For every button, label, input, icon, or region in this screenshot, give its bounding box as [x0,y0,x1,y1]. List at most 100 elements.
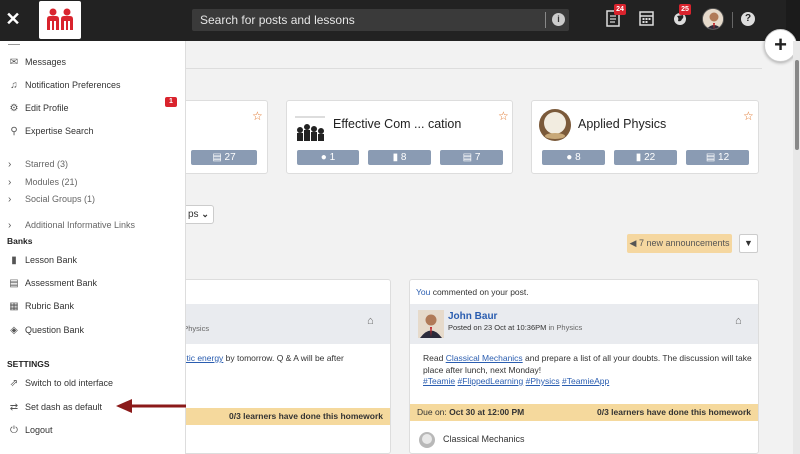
groups-dropdown-button[interactable]: ps ⌄ [186,205,214,224]
due-value: Oct 30 at 12:00 PM [449,407,525,417]
sidebar-item-notification-preferences[interactable]: ♫ Notification Preferences [8,77,121,93]
lessons-icon: ▤ [212,152,222,163]
sidebar-item-label: Switch to old interface [25,378,114,388]
sidebar-item-label: Rubric Bank [25,301,75,311]
notifications-badge: 24 [614,4,626,15]
homework-status-text: 0/3 learners have done this homework [596,407,751,417]
search-divider [545,12,546,28]
scrollbar-thumb[interactable] [795,60,799,150]
avatar[interactable] [702,8,724,30]
banks-heading: Banks [7,236,33,246]
comment-icon: ● [566,152,573,163]
calendar-icon[interactable] [639,10,657,28]
author-avatar[interactable] [418,310,444,338]
author-name[interactable]: John Baur [448,311,497,322]
lessons-stat[interactable]: ▤ 12 [686,150,749,165]
info-icon[interactable]: i [552,13,565,26]
sidebar-item-social-groups[interactable]: › Social Groups (1) [8,191,95,207]
announcements-button[interactable]: ◀ 7 new announcements [627,234,732,253]
sidebar-item-modules[interactable]: › Modules (21) [8,174,78,190]
search-input[interactable]: Search for posts and lessons [200,13,355,27]
sidebar-cut-item [8,41,20,45]
help-icon[interactable]: ? [741,12,755,26]
course-title[interactable]: Effective Com ... cation [333,117,461,131]
post-header: n Physics ⌂ [151,304,390,344]
post-activity: You commented on your post. [416,287,529,297]
star-icon[interactable]: ☆ [252,109,263,123]
sidebar-item-lesson-bank[interactable]: ▮ Lesson Bank [8,252,77,268]
lessons-stat[interactable]: ▤ 27 [191,150,257,165]
chevron-right-icon: › [8,177,12,188]
star-icon[interactable]: ☆ [743,109,754,123]
materials-stat[interactable]: ▮ 8 [368,150,431,165]
sidebar: ✉ Messages 1 ♫ Notification Preferences ⚙ E… [0,41,186,454]
divider [186,68,762,69]
post-group[interactable]: in Physics [548,323,582,332]
post-body-prefix: Read [423,353,446,363]
logo[interactable] [39,1,81,39]
book-icon: ▮ [11,255,17,266]
sidebar-item-logout[interactable]: ⏻ Logout [8,422,53,438]
close-icon[interactable]: ✕ [4,9,22,29]
swap-icon: ⇄ [9,402,19,413]
comments-stat[interactable]: ● 1 [297,150,359,165]
course-card[interactable]: Applied Physics ☆ ● 8 ▮ 22 ▤ 12 [531,100,759,174]
sidebar-item-expertise-search[interactable]: ⚲ Expertise Search [8,123,94,139]
course-card[interactable]: Effective Com ... cation ☆ ● 1 ▮ 8 ▤ 7 [286,100,513,174]
sidebar-item-label: Additional Informative Links [25,220,136,230]
globe-badge: 25 [679,4,691,15]
announcements-label: 7 new announcements [638,238,730,248]
sidebar-item-question-bank[interactable]: ◈ Question Bank [8,322,84,338]
post-link[interactable]: Classical Mechanics [446,353,523,363]
activity-user[interactable]: You [416,287,430,297]
materials-stat[interactable]: ▮ 22 [614,150,677,165]
sidebar-item-label: Notification Preferences [25,80,121,90]
hashtag[interactable]: #Physics [526,376,560,386]
sidebar-item-starred[interactable]: › Starred (3) [8,156,68,172]
sidebar-item-label: Expertise Search [25,126,94,136]
groups-label: ps [188,209,199,220]
sidebar-item-edit-profile[interactable]: ⚙ Edit Profile [8,100,69,116]
book-icon: ▮ [392,152,399,163]
materials-count: 8 [400,152,407,163]
tag-icon: ◈ [10,325,18,336]
filter-button[interactable]: ▼ [739,234,758,253]
search-icon: ⚲ [10,126,18,137]
course-image [538,108,572,142]
sidebar-item-switch-interface[interactable]: ⇗ Switch to old interface [8,375,113,391]
hashtag[interactable]: #Teamie [423,376,455,386]
post-body: netic energy by tomorrow. Q & A will be … [177,353,344,363]
home-icon[interactable]: ⌂ [367,315,374,327]
comments-count: 1 [329,152,336,163]
sidebar-item-assessment-bank[interactable]: ▤ Assessment Bank [8,275,97,291]
homework-status-text: 0/3 learners have done this homework [228,411,383,421]
sidebar-item-label: Social Groups (1) [25,194,96,204]
lessons-stat[interactable]: ▤ 7 [440,150,503,165]
attachment-title[interactable]: Classical Mechanics [443,434,525,444]
post-header: John Baur Posted on 23 Oct at 10:36PM in… [410,304,758,344]
gear-icon: ⚙ [9,103,19,114]
sidebar-item-messages[interactable]: ✉ Messages [8,54,66,70]
lessons-icon: ▤ [705,152,716,163]
sidebar-item-additional-links[interactable]: › Additional Informative Links [8,217,135,233]
comments-stat[interactable]: ● 8 [542,150,605,165]
post-date: Posted on 23 Oct at 10:36PM [448,323,549,332]
star-icon[interactable]: ☆ [498,109,509,123]
hashtag[interactable]: #TeamieApp [562,376,609,386]
home-icon[interactable]: ⌂ [735,315,742,327]
course-image [293,113,327,143]
assessment-icon: ▤ [9,278,19,289]
hashtag[interactable]: #FlippedLearning [458,376,524,386]
sidebar-item-set-dash-default[interactable]: ⇄ Set dash as default [8,399,102,415]
sidebar-item-rubric-bank[interactable]: ▦ Rubric Bank [8,298,74,314]
search-bar[interactable]: Search for posts and lessons i [192,9,569,31]
sidebar-item-label: Edit Profile [25,103,69,113]
due-prefix: Due on: [417,407,450,417]
messages-badge: 1 [165,97,177,107]
sidebar-item-label: Lesson Bank [25,255,78,265]
external-link-icon: ⇗ [9,378,19,389]
annotation-arrow-icon [116,399,186,413]
materials-count: 22 [644,152,656,163]
sidebar-item-label: Set dash as default [25,402,103,412]
course-title[interactable]: Applied Physics [578,117,666,131]
